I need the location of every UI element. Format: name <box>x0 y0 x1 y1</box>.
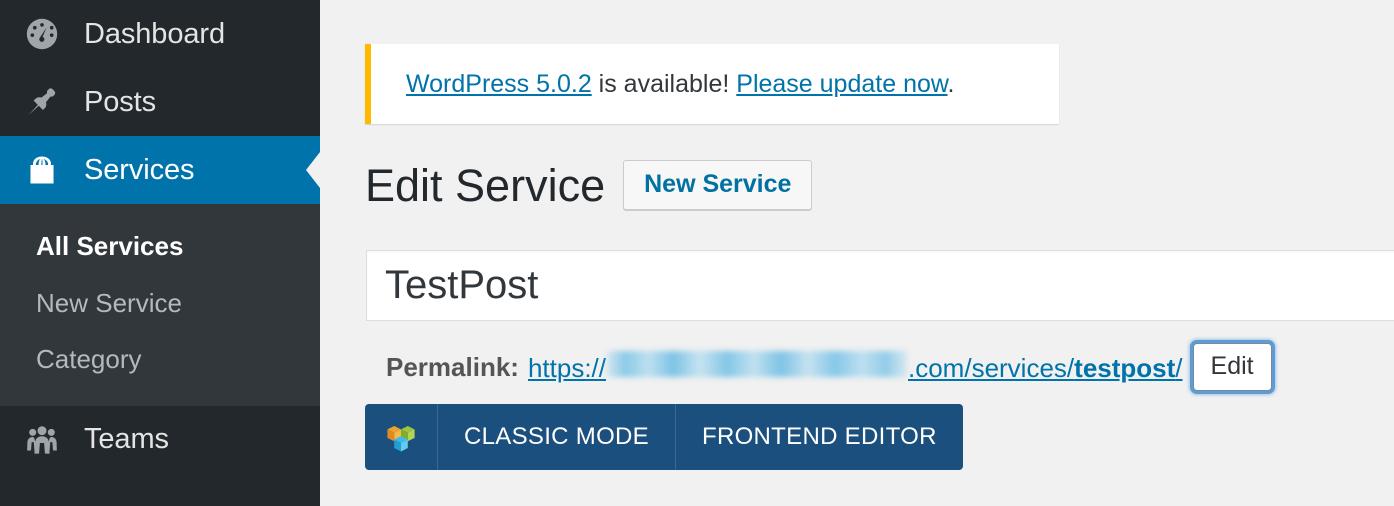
builder-toolbar: CLASSIC MODE FRONTEND EDITOR <box>365 404 963 470</box>
themify-builder-logo-icon <box>365 404 438 470</box>
submenu-item-category[interactable]: Category <box>0 331 320 388</box>
submenu-item-new-service[interactable]: New Service <box>0 275 320 332</box>
permalink-slug: testpost <box>1074 352 1176 383</box>
sidebar-item-services[interactable]: Services <box>0 136 320 204</box>
classic-mode-button[interactable]: CLASSIC MODE <box>438 404 676 470</box>
services-submenu: All Services New Service Category <box>0 204 320 406</box>
page-header-row: Edit Service New Service <box>365 159 813 211</box>
page-title: Edit Service <box>365 159 606 211</box>
portfolio-bag-icon <box>20 148 64 192</box>
submenu-item-all-services[interactable]: All Services <box>0 218 320 275</box>
sidebar-item-dashboard[interactable]: Dashboard <box>0 0 320 68</box>
edit-permalink-button[interactable]: Edit <box>1192 343 1272 391</box>
permalink-label: Permalink: <box>386 351 519 382</box>
sidebar-item-label: Services <box>84 153 195 186</box>
frontend-editor-button[interactable]: FRONTEND EDITOR <box>676 404 963 470</box>
new-service-button[interactable]: New Service <box>623 160 813 210</box>
sidebar-item-teams[interactable]: Teams <box>0 406 320 474</box>
dashboard-gauge-icon <box>20 12 64 56</box>
wordpress-version-link[interactable]: WordPress 5.0.2 <box>406 70 592 98</box>
main-content-area: WordPress 5.0.2 is available! Please upd… <box>320 0 1394 506</box>
people-group-icon <box>20 418 64 462</box>
sidebar-item-label: Dashboard <box>84 17 225 50</box>
update-notice-text: WordPress 5.0.2 is available! Please upd… <box>371 69 955 98</box>
permalink-link[interactable]: https:// .com/services/testpost / <box>527 350 1183 384</box>
sidebar-item-posts[interactable]: Posts <box>0 68 320 136</box>
permalink-trailing-slash: / <box>1175 352 1183 383</box>
permalink-tld-path: .com/services/ <box>908 352 1075 383</box>
permalink-domain-redacted <box>607 350 907 377</box>
pin-icon <box>20 80 64 124</box>
sidebar-item-label: Posts <box>84 85 157 118</box>
permalink-protocol: https:// <box>527 352 606 383</box>
admin-sidebar-menu: Dashboard Posts Services All Services Ne… <box>0 0 320 506</box>
permalink-row: Permalink: https:// .com/services/testpos… <box>386 343 1272 391</box>
sidebar-item-label: Teams <box>84 423 169 455</box>
wordpress-admin-screen: Dashboard Posts Services All Services Ne… <box>0 0 1394 506</box>
update-nag-notice: WordPress 5.0.2 is available! Please upd… <box>365 44 1059 124</box>
current-menu-arrow-icon <box>306 152 320 188</box>
notice-middle-text: is available! <box>591 69 737 98</box>
please-update-now-link[interactable]: Please update now <box>736 70 947 98</box>
notice-end-text: . <box>947 69 955 98</box>
post-title-input[interactable] <box>366 250 1394 321</box>
